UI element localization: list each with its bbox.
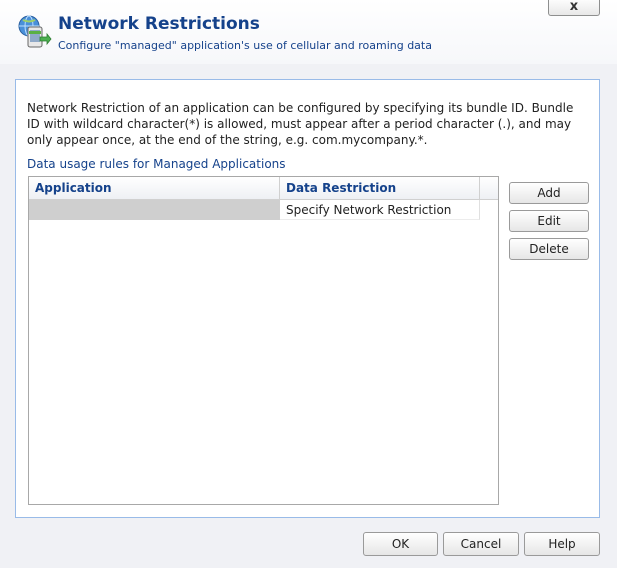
- column-header-application[interactable]: Application: [29, 177, 280, 200]
- network-phone-icon: [18, 15, 52, 48]
- column-header-data-restriction[interactable]: Data Restriction: [280, 177, 480, 200]
- table-row[interactable]: Specify Network Restriction: [29, 200, 480, 220]
- delete-button[interactable]: Delete: [509, 238, 589, 260]
- column-header-spacer: [480, 177, 498, 200]
- data-restriction-cell[interactable]: Specify Network Restriction: [280, 200, 480, 220]
- dialog-title: Network Restrictions: [58, 14, 260, 34]
- cancel-button[interactable]: Cancel: [443, 532, 519, 556]
- help-button[interactable]: Help: [524, 532, 600, 556]
- description-text: Network Restriction of an application ca…: [27, 101, 574, 147]
- dialog-subtitle: Configure "managed" application's use of…: [58, 39, 432, 52]
- application-cell[interactable]: [29, 200, 280, 220]
- dialog-header: Network Restrictions Configure "managed"…: [0, 0, 617, 64]
- close-button[interactable]: x: [548, 0, 600, 16]
- add-button[interactable]: Add: [509, 182, 589, 204]
- close-icon: x: [569, 0, 579, 14]
- content-panel: Network Restriction of an application ca…: [15, 79, 600, 518]
- section-label: Data usage rules for Managed Application…: [27, 157, 286, 171]
- ok-button[interactable]: OK: [363, 532, 438, 556]
- applications-grid: Application Data Restriction Specify Net…: [28, 176, 499, 505]
- edit-button[interactable]: Edit: [509, 210, 589, 232]
- grid-header: Application Data Restriction: [29, 177, 498, 200]
